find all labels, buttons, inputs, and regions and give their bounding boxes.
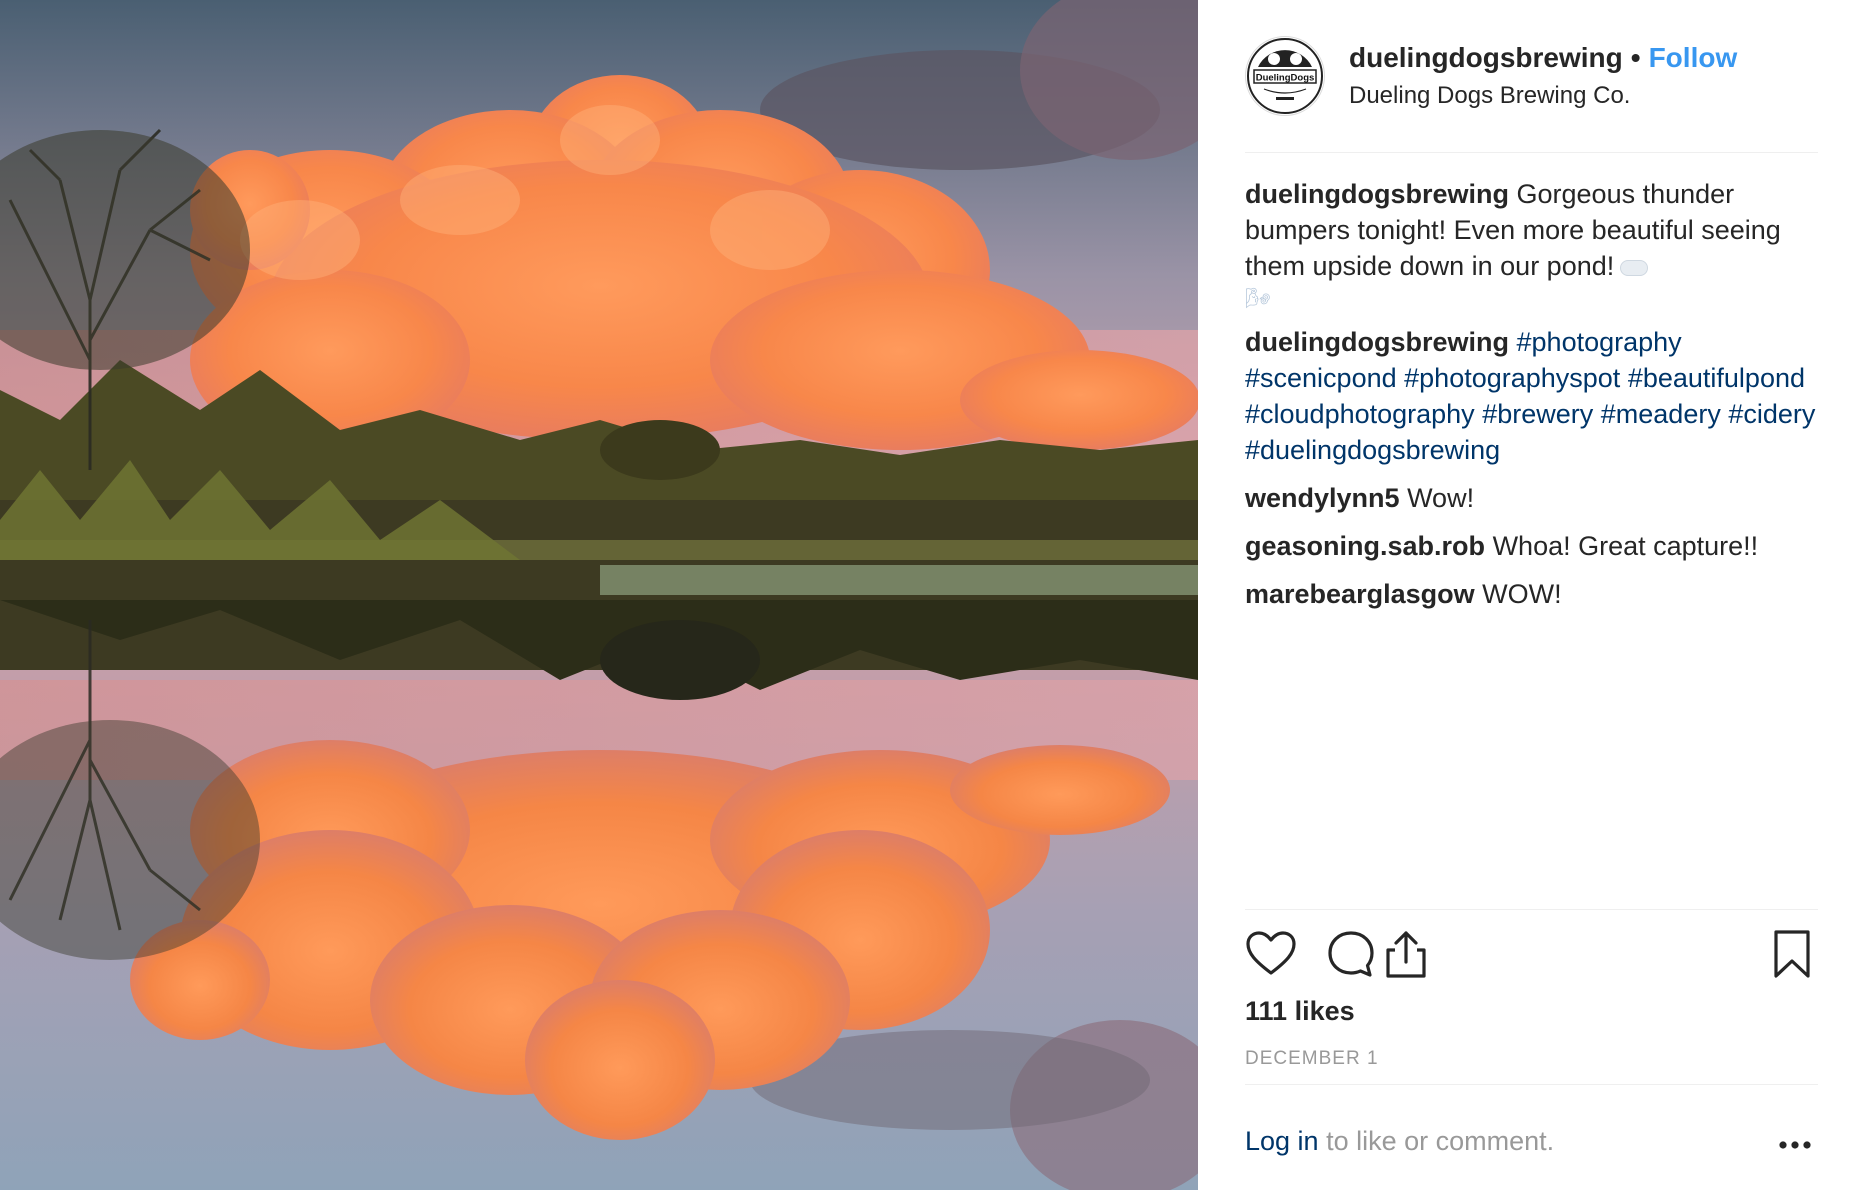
- comment-item: marebearglasgow WOW!: [1245, 576, 1825, 612]
- follow-button[interactable]: Follow: [1649, 42, 1738, 73]
- comment-text: Whoa! Great capture!!: [1492, 531, 1759, 561]
- bookmark-icon: [1774, 930, 1810, 978]
- speech-bubble-icon: [1328, 931, 1374, 977]
- comment-text: Wow!: [1407, 483, 1475, 513]
- avatar[interactable]: DuelingDogs: [1245, 36, 1325, 116]
- hashtag-link[interactable]: #cloudphotography: [1245, 399, 1475, 429]
- caption-comment: duelingdogsbrewing Gorgeous thunder bump…: [1245, 176, 1825, 312]
- login-link[interactable]: Log in: [1245, 1126, 1319, 1156]
- share-button[interactable]: [1380, 928, 1432, 980]
- post-header: DuelingDogs duelingdogsbrewing • Follow Du…: [1245, 36, 1818, 153]
- header-username-line: duelingdogsbrewing • Follow: [1349, 42, 1737, 74]
- display-name: Dueling Dogs Brewing Co.: [1349, 82, 1631, 109]
- hashtag-link[interactable]: #cidery: [1728, 399, 1815, 429]
- login-prompt: Log in to like or comment.: [1245, 1126, 1554, 1157]
- separator-dot: •: [1630, 42, 1641, 73]
- hashtag-link[interactable]: #beautifulpond: [1628, 363, 1805, 393]
- more-options-button[interactable]: [1775, 1130, 1815, 1160]
- hashtag-comment: duelingdogsbrewing #photography #scenicp…: [1245, 324, 1825, 468]
- post-view: DuelingDogs duelingdogsbrewing • Follow Du…: [0, 0, 1860, 1190]
- comment-author[interactable]: duelingdogsbrewing: [1245, 327, 1509, 357]
- hashtag-link[interactable]: #photography: [1517, 327, 1682, 357]
- hashtag-link[interactable]: #brewery: [1482, 399, 1593, 429]
- comment-text: WOW!: [1482, 579, 1562, 609]
- divider: [1245, 1084, 1818, 1085]
- hashtag-link[interactable]: #scenicpond: [1245, 363, 1397, 393]
- like-button[interactable]: [1245, 928, 1297, 980]
- brand-logo-icon: DuelingDogs: [1247, 38, 1323, 114]
- wind-emoji-icon: 🌬: [1245, 288, 1271, 310]
- likes-count[interactable]: 111 likes: [1245, 996, 1355, 1027]
- hashtag-link[interactable]: #photographyspot: [1404, 363, 1620, 393]
- pond-reflection-image: [0, 0, 1198, 1190]
- login-prompt-text: to like or comment.: [1318, 1126, 1555, 1156]
- post-date: DECEMBER 1: [1245, 1048, 1379, 1069]
- username-link[interactable]: duelingdogsbrewing: [1349, 42, 1623, 73]
- save-button[interactable]: [1766, 928, 1818, 980]
- comment-author[interactable]: geasoning.sab.rob: [1245, 531, 1485, 561]
- hashtag-link[interactable]: #meadery: [1601, 399, 1721, 429]
- comment-item: geasoning.sab.rob Whoa! Great capture!!: [1245, 528, 1825, 564]
- comment-author[interactable]: marebearglasgow: [1245, 579, 1475, 609]
- svg-text:DuelingDogs: DuelingDogs: [1256, 73, 1315, 84]
- cloud-emoji-icon: [1620, 259, 1649, 276]
- hashtag-link[interactable]: #duelingdogsbrewing: [1245, 435, 1500, 465]
- heart-outline-icon: [1246, 931, 1296, 975]
- more-options-icon: [1779, 1141, 1811, 1149]
- comment-button[interactable]: [1325, 928, 1377, 980]
- post-photo[interactable]: [0, 0, 1198, 1190]
- comment-author[interactable]: wendylynn5: [1245, 483, 1400, 513]
- divider: [1245, 909, 1818, 910]
- comment-author[interactable]: duelingdogsbrewing: [1245, 179, 1509, 209]
- post-details-panel: DuelingDogs duelingdogsbrewing • Follow Du…: [1198, 0, 1860, 1190]
- action-bar: [1245, 928, 1818, 982]
- share-upload-icon: [1386, 931, 1426, 978]
- comment-item: wendylynn5 Wow!: [1245, 480, 1825, 516]
- comments-list: duelingdogsbrewing Gorgeous thunder bump…: [1245, 176, 1825, 624]
